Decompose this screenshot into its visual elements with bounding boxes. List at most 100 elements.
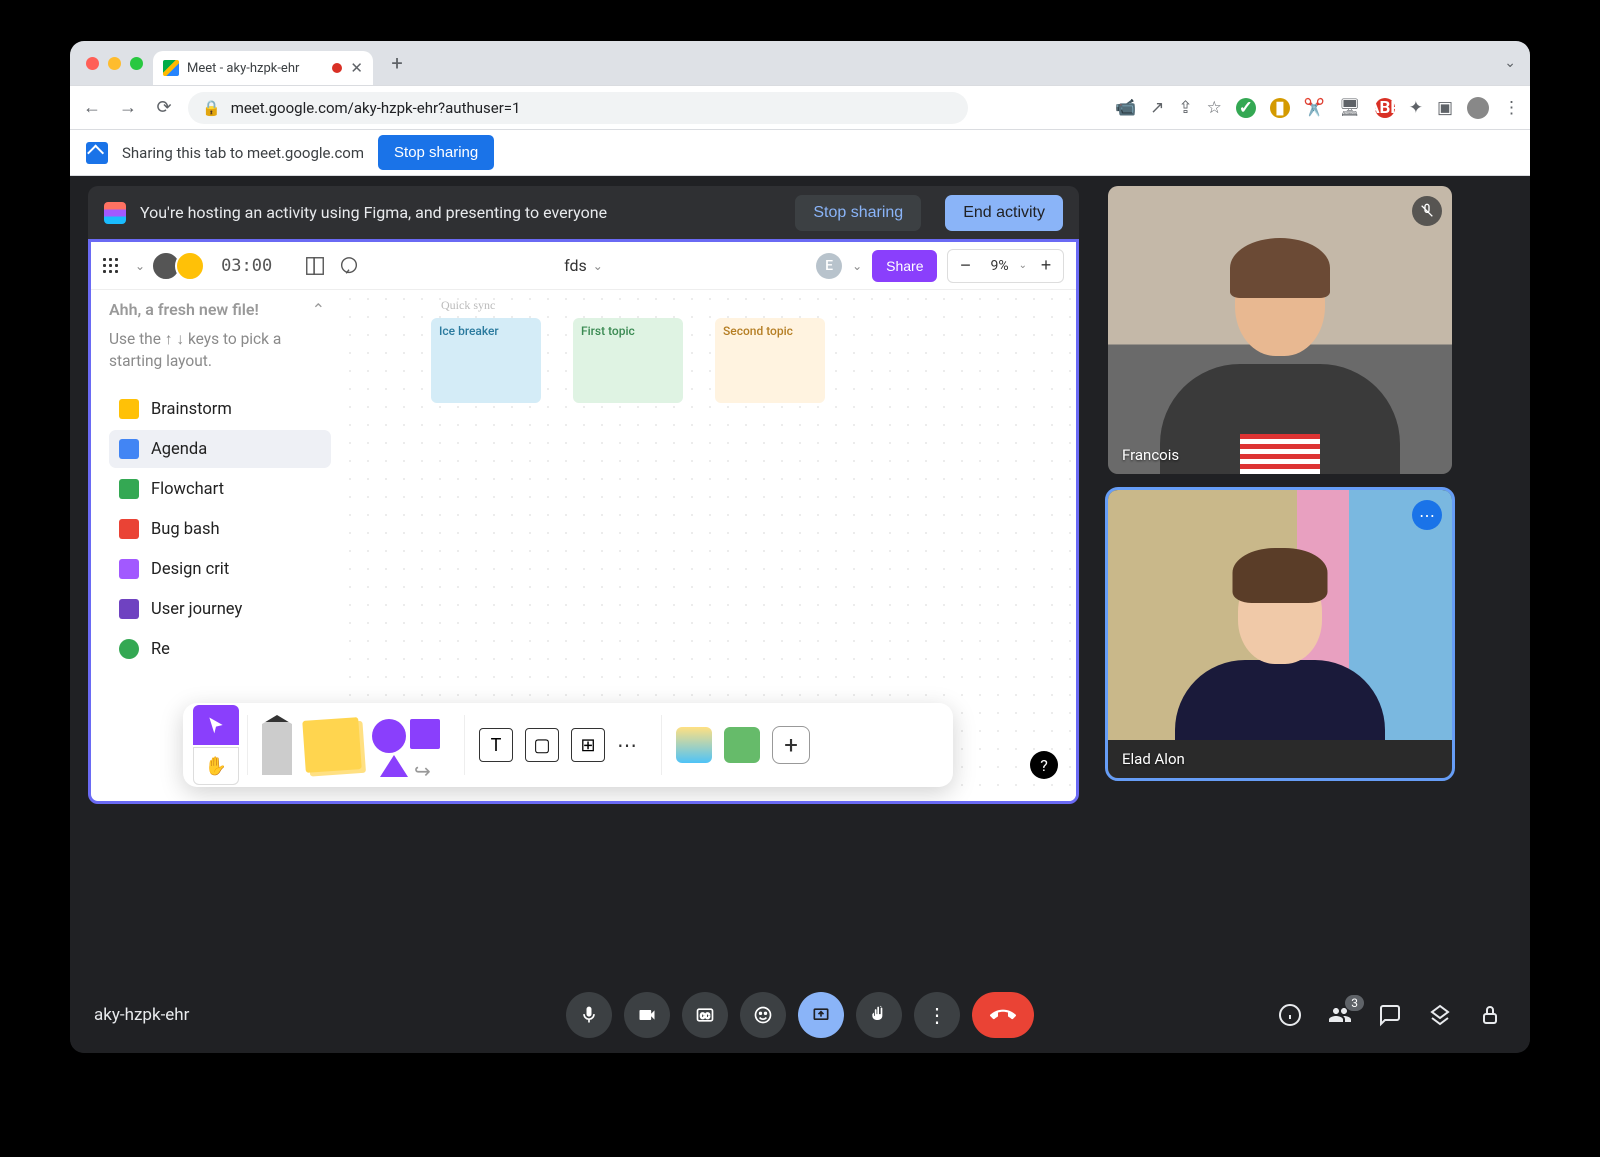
captions-button[interactable]: CC <box>682 992 728 1038</box>
close-panel-icon[interactable]: ⌃ <box>312 300 325 319</box>
zoom-level[interactable]: 9% <box>984 258 1014 274</box>
extension-abp-icon[interactable]: ABP <box>1375 98 1395 118</box>
present-button[interactable] <box>798 992 844 1038</box>
tile-more-icon[interactable]: ⋯ <box>1412 500 1442 530</box>
end-call-button[interactable] <box>972 992 1034 1038</box>
hand-tool-button[interactable]: ✋ <box>193 747 239 785</box>
figma-menu-icon[interactable] <box>103 256 123 276</box>
sticker-2-button[interactable] <box>724 727 760 763</box>
end-activity-button[interactable]: End activity <box>945 195 1063 231</box>
more-tools-button[interactable]: ⋯ <box>617 733 639 757</box>
open-external-icon[interactable]: ↗ <box>1150 98 1164 118</box>
template-label: Bug bash <box>151 520 220 539</box>
address-bar[interactable]: 🔒 meet.google.com/aky-hzpk-ehr?authuser=… <box>188 92 968 124</box>
participant-name: Francois <box>1122 446 1179 464</box>
template-flowchart[interactable]: Flowchart <box>109 470 331 508</box>
minimize-window-icon[interactable] <box>108 57 121 70</box>
close-tab-icon[interactable]: ✕ <box>350 59 363 77</box>
chevron-down-icon[interactable]: ⌄ <box>135 259 145 273</box>
extension-scissors-icon[interactable]: ✂️ <box>1304 98 1325 118</box>
canvas-card[interactable]: Ice breaker <box>431 318 541 403</box>
address-bar-row: ← → ⟳ 🔒 meet.google.com/aky-hzpk-ehr?aut… <box>70 85 1530 129</box>
frame-tool-icon[interactable] <box>304 255 326 277</box>
center-controls: CC ⋮ <box>566 992 1034 1038</box>
camera-button[interactable] <box>624 992 670 1038</box>
meet-bottom-bar: aky-hzpk-ehr CC ⋮ <box>70 977 1530 1053</box>
window-controls[interactable] <box>80 57 153 70</box>
chat-button[interactable] <box>1378 1003 1406 1027</box>
extensions-puzzle-icon[interactable]: ✦ <box>1409 98 1423 118</box>
activities-button[interactable] <box>1428 1003 1456 1027</box>
chevron-down-icon[interactable]: ⌄ <box>593 259 603 273</box>
raise-hand-button[interactable] <box>856 992 902 1038</box>
forward-button[interactable]: → <box>116 97 140 118</box>
template-agenda[interactable]: Agenda <box>109 430 331 468</box>
lock-icon: 🔒 <box>202 99 221 117</box>
template-user-journey[interactable]: User journey <box>109 590 331 628</box>
zoom-out-button[interactable]: − <box>950 252 980 280</box>
sidepanel-icon[interactable]: ▣ <box>1437 98 1453 118</box>
chevron-down-icon[interactable]: ⌄ <box>1019 260 1027 271</box>
camera-indicator-icon[interactable]: 📹 <box>1115 98 1136 118</box>
figma-share-button[interactable]: Share <box>872 250 937 282</box>
meeting-code: aky-hzpk-ehr <box>94 1005 189 1025</box>
host-controls-button[interactable] <box>1478 1003 1506 1027</box>
timer: 03:00 <box>221 256 272 276</box>
user-badge[interactable]: E <box>816 253 842 279</box>
map-icon <box>119 599 139 619</box>
back-button[interactable]: ← <box>80 97 104 118</box>
meet-favicon-icon <box>163 60 179 76</box>
new-tab-button[interactable]: + <box>383 49 411 77</box>
chevron-down-icon[interactable]: ⌄ <box>852 259 862 273</box>
browser-tab[interactable]: Meet - aky-hzpk-ehr ✕ <box>153 51 373 85</box>
section-tool-button[interactable]: ▢ <box>525 728 559 762</box>
template-design-crit[interactable]: Design crit <box>109 550 331 588</box>
comment-tool-icon[interactable] <box>338 255 360 277</box>
table-tool-button[interactable]: ⊞ <box>571 728 605 762</box>
template-brainstorm[interactable]: Brainstorm <box>109 390 331 428</box>
video-tile-francois[interactable]: Francois <box>1108 186 1452 474</box>
shapes-tool-button[interactable]: ↪ <box>372 715 442 775</box>
template-bug-bash[interactable]: Bug bash <box>109 510 331 548</box>
panel-hint: Use the ↑ ↓ keys to pick a starting layo… <box>109 329 331 372</box>
people-button[interactable]: 3 <box>1328 1003 1356 1027</box>
participant-count-badge: 3 <box>1345 995 1364 1011</box>
zoom-in-button[interactable]: + <box>1031 252 1061 280</box>
template-more[interactable]: Re <box>109 630 331 668</box>
pencil-tool-button[interactable] <box>262 715 292 775</box>
meeting-info-button[interactable] <box>1278 1003 1306 1027</box>
maximize-window-icon[interactable] <box>130 57 143 70</box>
add-tool-button[interactable]: + <box>772 726 810 764</box>
bookmark-icon[interactable]: ☆ <box>1207 98 1222 118</box>
extension-checkmark-icon[interactable]: ✓ <box>1236 98 1256 118</box>
file-title[interactable]: fds ⌄ <box>564 256 603 275</box>
share-icon[interactable]: ⇪ <box>1178 98 1192 118</box>
help-button[interactable]: ? <box>1030 751 1058 779</box>
text-tool-button[interactable]: T <box>479 728 513 762</box>
avatar-stack[interactable] <box>157 251 205 281</box>
card-label: Second topic <box>723 324 793 338</box>
canvas-card[interactable]: First topic <box>573 318 683 403</box>
select-tool-button[interactable] <box>193 705 239 745</box>
kebab-menu-icon[interactable]: ⋮ <box>1503 98 1520 118</box>
profile-avatar[interactable] <box>1467 97 1489 119</box>
mic-button[interactable] <box>566 992 612 1038</box>
stop-sharing-button[interactable]: Stop sharing <box>378 135 494 170</box>
tab-dropdown-icon[interactable]: ⌄ <box>1504 55 1516 71</box>
sticky-note-tool-button[interactable] <box>302 717 361 773</box>
activity-text: You're hosting an activity using Figma, … <box>140 203 607 222</box>
extension-monitor-icon[interactable]: 🖥 <box>1339 98 1361 118</box>
template-label: Agenda <box>151 440 207 459</box>
extension-books-icon[interactable]: ▮ <box>1270 98 1290 118</box>
panel-greeting: Ahh, a fresh new file! <box>109 300 331 319</box>
more-options-button[interactable]: ⋮ <box>914 992 960 1038</box>
activity-stop-sharing-button[interactable]: Stop sharing <box>795 195 921 231</box>
reactions-button[interactable] <box>740 992 786 1038</box>
close-window-icon[interactable] <box>86 57 99 70</box>
canvas-card[interactable]: Second topic <box>715 318 825 403</box>
video-tile-elad[interactable]: ⋯ Elad Alon <box>1108 490 1452 778</box>
reload-button[interactable]: ⟳ <box>152 97 176 118</box>
sticker-1-button[interactable] <box>676 727 712 763</box>
muted-icon <box>1412 196 1442 226</box>
url-text: meet.google.com/aky-hzpk-ehr?authuser=1 <box>231 99 521 117</box>
